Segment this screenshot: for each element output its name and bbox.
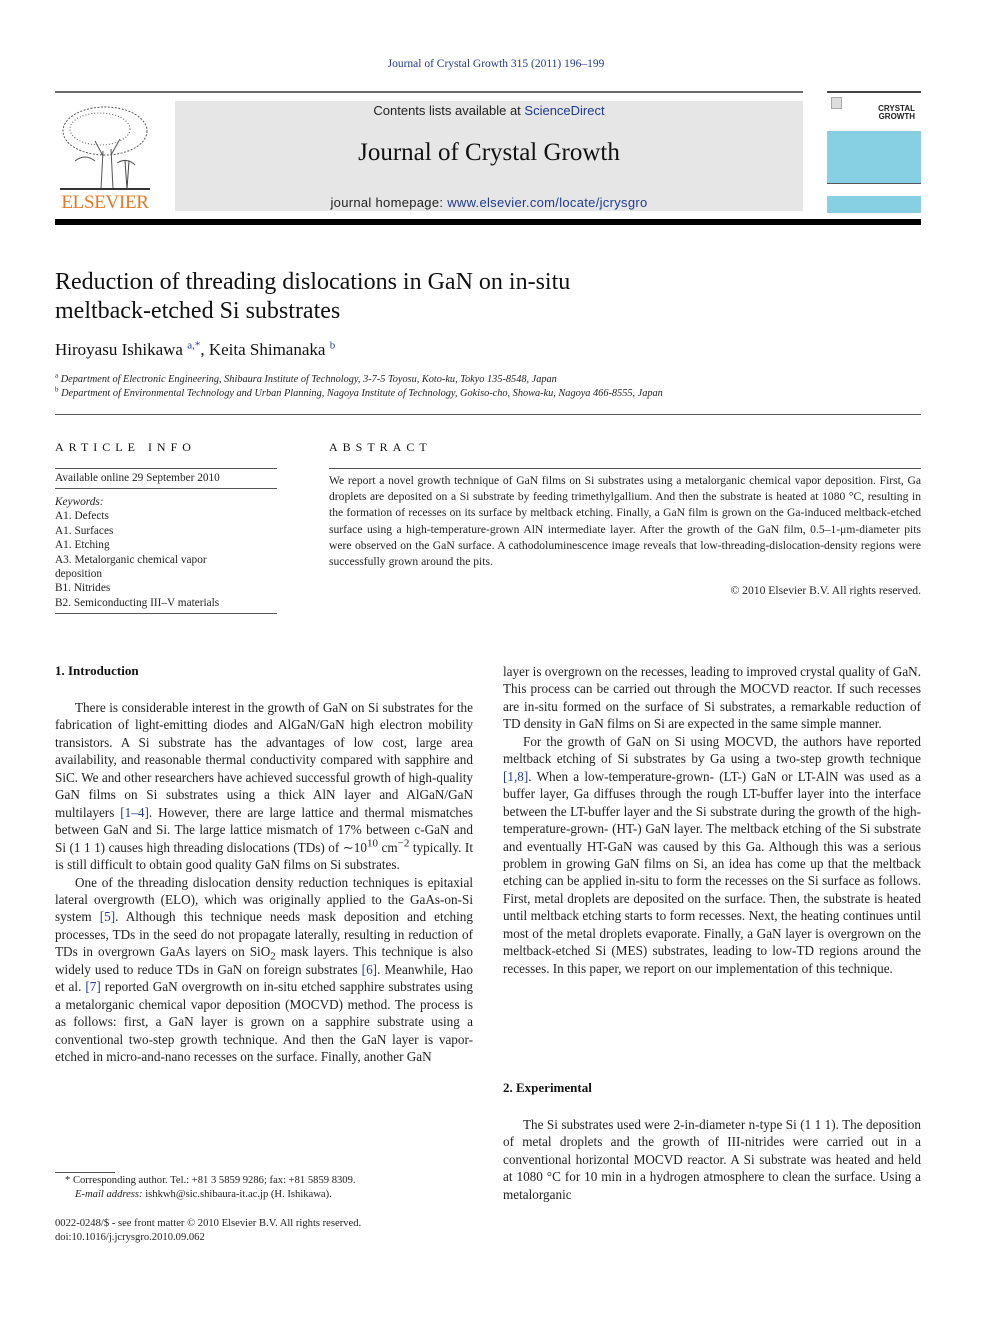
title-line: Reduction of threading dislocations in G… — [55, 269, 571, 295]
author-separator: , — [200, 340, 209, 359]
divider — [55, 613, 277, 614]
superscript: −2 — [397, 837, 410, 850]
paragraph: One of the threading dislocation density… — [55, 874, 473, 1066]
email-line: E-mail address: ishkwh@sic.shibaura-it.a… — [55, 1188, 356, 1202]
superscript: 10 — [367, 837, 378, 850]
affiliation-text: Department of Electronic Engineering, Sh… — [60, 374, 557, 385]
contents-prefix: Contents lists available at — [373, 103, 525, 118]
divider — [329, 468, 921, 469]
citation-link[interactable]: [7] — [85, 979, 100, 994]
divider — [55, 414, 921, 415]
email-address[interactable]: ishkwh@sic.shibaura-it.ac.jp (H. Ishikaw… — [143, 1189, 332, 1200]
affiliation: a Department of Electronic Engineering, … — [55, 371, 663, 387]
divider — [55, 488, 277, 489]
affiliation: b Department of Environmental Technology… — [55, 385, 663, 401]
citation-link[interactable]: [1–4] — [120, 805, 149, 820]
article-title: Reduction of threading dislocations in G… — [55, 268, 815, 326]
author-name[interactable]: Hiroyasu Ishikawa — [55, 340, 183, 359]
cover-title: CRYSTAL GROWTH — [878, 105, 915, 121]
journal-name: Journal of Crystal Growth — [358, 139, 620, 166]
corresponding-author: * Corresponding author. Tel.: +81 3 5859… — [65, 1175, 356, 1186]
homepage-prefix: journal homepage: — [330, 195, 448, 210]
email-label: E-mail address: — [75, 1189, 143, 1201]
journal-masthead: Contents lists available at ScienceDirec… — [175, 101, 803, 211]
abstract-heading: ABSTRACT — [329, 440, 432, 454]
cover-band — [827, 131, 921, 183]
section-heading-introduction: 1. Introduction — [55, 663, 139, 678]
cover-top: CRYSTAL GROWTH — [827, 93, 921, 129]
cover-band — [827, 196, 921, 213]
paragraph: layer is overgrown on the recesses, lead… — [503, 664, 921, 732]
header-divider — [55, 219, 921, 225]
front-matter: 0022-0248/$ - see front matter © 2010 El… — [55, 1217, 361, 1245]
text-run: . When a low-temperature-grown- (LT-) Ga… — [503, 768, 921, 976]
text-run: For the growth of GaN on Si using MOCVD,… — [503, 733, 921, 767]
footnote-rule — [55, 1172, 115, 1173]
text-run: reported GaN overgrowth on in-situ etche… — [55, 979, 473, 1065]
cover-rule — [827, 183, 921, 184]
keyword: B2. Semiconducting III–V materials — [55, 596, 220, 609]
citation-link[interactable]: [6] — [362, 962, 377, 977]
section-heading-experimental: 2. Experimental — [503, 1080, 592, 1095]
affiliation-text: Department of Environmental Technology a… — [61, 388, 663, 399]
text-run: There is considerable interest in the gr… — [55, 700, 473, 820]
contents-availability: Contents lists available at ScienceDirec… — [175, 103, 803, 118]
cover-publisher-icon — [831, 97, 842, 109]
keyword: A1. Etching — [55, 539, 110, 552]
affiliation-mark: b — [55, 385, 59, 394]
divider — [55, 468, 277, 469]
citation-link[interactable]: [5] — [100, 909, 115, 924]
paragraph: There is considerable interest in the gr… — [55, 699, 473, 874]
elsevier-wordmark[interactable]: ELSEVIER — [55, 192, 155, 214]
keyword: A3. Metalorganic chemical vapor depositi… — [55, 553, 207, 581]
paragraph: For the growth of GaN on Si using MOCVD,… — [503, 733, 921, 977]
body-column-right: layer is overgrown on the recesses, lead… — [503, 663, 921, 977]
paragraph: The Si substrates used were 2-in-diamete… — [503, 1117, 921, 1202]
abstract-text: We report a novel growth technique of Ga… — [329, 474, 921, 569]
journal-cover-thumbnail[interactable]: CRYSTAL GROWTH — [827, 91, 921, 213]
text-run: cm — [378, 839, 398, 855]
sciencedirect-link[interactable]: ScienceDirect — [524, 103, 604, 118]
keyword: A1. Surfaces — [55, 524, 114, 537]
keywords-label: Keywords: — [55, 496, 104, 508]
issn-line: 0022-0248/$ - see front matter © 2010 El… — [55, 1218, 362, 1229]
citation-link[interactable]: [1,8] — [503, 769, 528, 784]
affiliation-mark: a — [55, 371, 59, 380]
author-affiliation-mark[interactable]: a,* — [187, 339, 200, 351]
body-column-left: There is considerable interest in the gr… — [55, 699, 473, 1066]
corresponding-author-footnote: * Corresponding author. Tel.: +81 3 5859… — [55, 1174, 356, 1202]
author-name[interactable]: Keita Shimanaka — [209, 340, 326, 359]
keyword: B1. Nitrides — [55, 582, 111, 595]
title-line: meltback-etched Si substrates — [55, 298, 341, 324]
keyword: A1. Defects — [55, 510, 109, 523]
journal-homepage: journal homepage: www.elsevier.com/locat… — [175, 195, 803, 210]
affiliations: a Department of Electronic Engineering, … — [55, 371, 663, 401]
available-online-date: Available online 29 September 2010 — [55, 472, 220, 484]
author-affiliation-mark[interactable]: b — [330, 339, 336, 351]
top-rule — [55, 91, 803, 93]
doi-link[interactable]: doi:10.1016/j.jcrysgro.2010.09.062 — [55, 1231, 361, 1245]
running-head[interactable]: Journal of Crystal Growth 315 (2011) 196… — [0, 58, 992, 70]
author-list: Hiroyasu Ishikawa a,*, Keita Shimanaka b — [55, 340, 335, 360]
cover-title-line2: GROWTH — [878, 112, 915, 121]
keywords-list: Keywords: A1. Defects A1. Surfaces A1. E… — [55, 495, 245, 610]
article-info-heading: ARTICLE INFO — [55, 440, 196, 454]
homepage-link[interactable]: www.elsevier.com/locate/jcrysgro — [447, 195, 647, 210]
body-column-right-continued: The Si substrates used were 2-in-diamete… — [503, 1116, 921, 1203]
abstract-copyright: © 2010 Elsevier B.V. All rights reserved… — [730, 584, 921, 597]
